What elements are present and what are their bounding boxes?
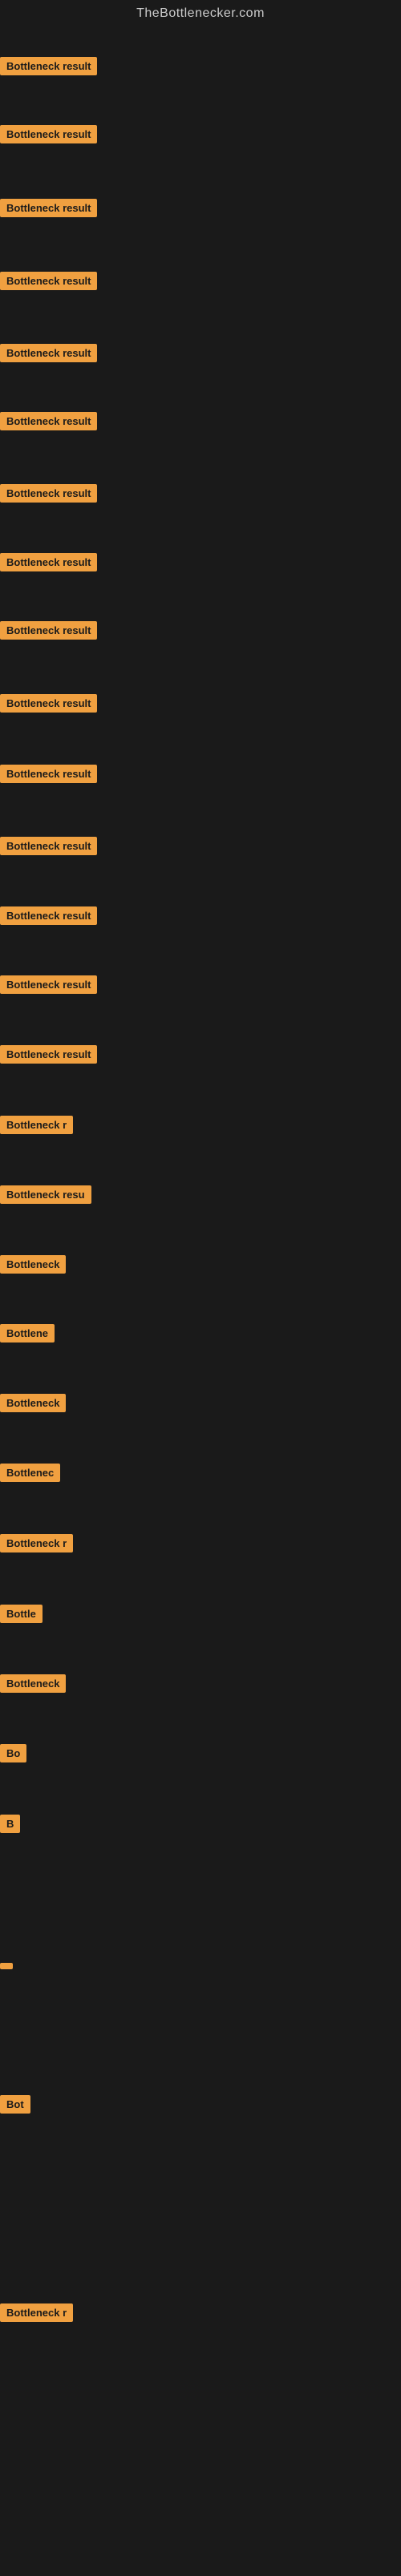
bottleneck-result-item[interactable]: Bottlene [0,1324,55,1347]
bottleneck-badge: Bottlenec [0,1464,60,1482]
bottleneck-result-item[interactable]: Bottleneck result [0,621,97,644]
bottleneck-badge: Bottleneck [0,1394,66,1412]
bottleneck-result-item[interactable]: Bottleneck result [0,553,97,575]
bottleneck-result-item[interactable]: Bottleneck result [0,412,97,434]
bottleneck-result-item[interactable]: Bottleneck result [0,199,97,221]
bottleneck-result-item[interactable]: Bottleneck result [0,975,97,998]
bottleneck-badge: Bottleneck r [0,1534,73,1552]
bottleneck-badge: Bottleneck result [0,199,97,217]
bottleneck-badge: Bottleneck result [0,412,97,430]
bottleneck-result-item[interactable]: Bottle [0,1605,43,1627]
bottleneck-result-item[interactable]: Bottleneck [0,1674,66,1697]
bottleneck-result-item[interactable]: Bottleneck result [0,837,97,859]
bottleneck-badge: Bottleneck result [0,975,97,994]
bottleneck-result-item[interactable]: Bottleneck result [0,125,97,147]
bottleneck-badge: Bottleneck result [0,125,97,143]
bottleneck-badge: Bottle [0,1605,43,1623]
bottleneck-result-item[interactable]: Bottleneck r [0,2303,73,2326]
bottleneck-badge: Bottleneck result [0,553,97,571]
bottleneck-result-item[interactable]: Bottleneck result [0,57,97,79]
bottleneck-badge: Bo [0,1744,26,1762]
bottleneck-result-item[interactable]: Bo [0,1744,26,1766]
bottleneck-badge: Bottleneck result [0,484,97,503]
bottleneck-badge: B [0,1815,20,1833]
bottleneck-badge: Bottleneck [0,1674,66,1693]
bottleneck-result-item[interactable]: Bot [0,2095,30,2118]
bottleneck-result-item[interactable]: Bottleneck [0,1255,66,1278]
bottleneck-badge: Bottleneck resu [0,1185,91,1204]
bottleneck-result-item[interactable]: Bottleneck result [0,1045,97,1068]
bottleneck-result-item[interactable]: B [0,1815,20,1837]
bottleneck-result-item[interactable]: Bottleneck r [0,1116,73,1138]
bottleneck-result-item[interactable]: Bottleneck resu [0,1185,91,1208]
bottleneck-badge: Bottleneck result [0,621,97,640]
bottleneck-result-item[interactable]: Bottleneck result [0,344,97,366]
bottleneck-badge: Bottleneck result [0,694,97,713]
bottleneck-result-item[interactable] [0,1959,13,1973]
bottleneck-badge [0,1963,13,1969]
bottleneck-badge: Bottleneck r [0,2303,73,2322]
bottleneck-result-item[interactable]: Bottleneck result [0,272,97,294]
bottleneck-badge: Bottleneck result [0,765,97,783]
site-title: TheBottlenecker.com [0,0,401,27]
bottleneck-badge: Bottlene [0,1324,55,1343]
bottleneck-badge: Bot [0,2095,30,2114]
bottleneck-badge: Bottleneck result [0,837,97,855]
bottleneck-badge: Bottleneck [0,1255,66,1274]
bottleneck-badge: Bottleneck result [0,272,97,290]
bottleneck-result-item[interactable]: Bottleneck result [0,906,97,929]
bottleneck-result-item[interactable]: Bottleneck result [0,484,97,507]
bottleneck-badge: Bottleneck result [0,906,97,925]
bottleneck-badge: Bottleneck result [0,1045,97,1064]
bottleneck-result-item[interactable]: Bottleneck result [0,765,97,787]
bottleneck-badge: Bottleneck r [0,1116,73,1134]
bottleneck-result-item[interactable]: Bottleneck [0,1394,66,1416]
bottleneck-result-item[interactable]: Bottlenec [0,1464,60,1486]
bottleneck-result-item[interactable]: Bottleneck result [0,694,97,717]
bottleneck-badge: Bottleneck result [0,57,97,75]
bottleneck-badge: Bottleneck result [0,344,97,362]
bottleneck-result-item[interactable]: Bottleneck r [0,1534,73,1557]
